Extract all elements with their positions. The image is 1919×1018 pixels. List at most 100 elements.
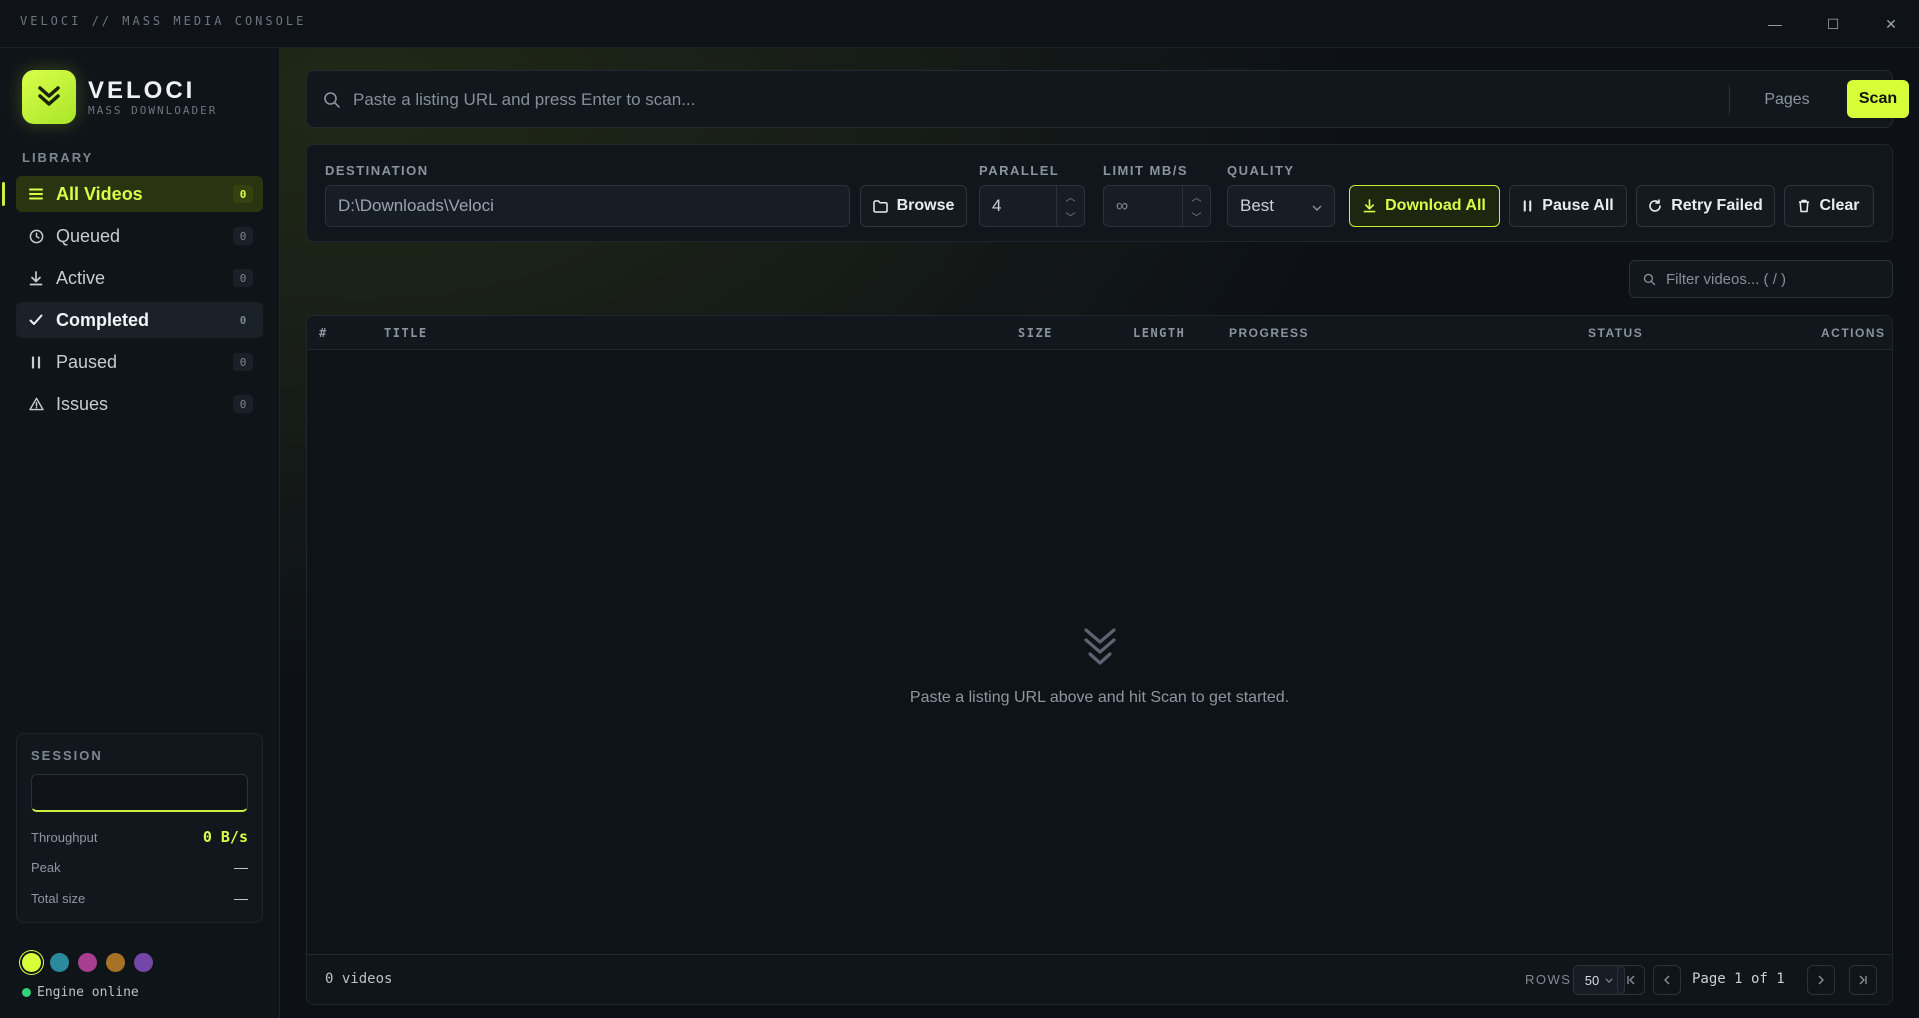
sidebar-item-issues[interactable]: Issues 0	[16, 386, 263, 422]
pause-icon	[28, 354, 44, 370]
brand-name: VELOCI	[88, 76, 196, 104]
theme-swatch[interactable]	[78, 953, 97, 972]
column-size[interactable]: SIZE	[1018, 326, 1053, 340]
destination-label: DESTINATION	[325, 163, 429, 178]
library-label: LIBRARY	[22, 150, 94, 165]
check-icon	[28, 312, 44, 328]
status-dot-icon	[22, 988, 31, 997]
prev-page-button[interactable]	[1653, 965, 1681, 995]
sidebar-item-paused[interactable]: Paused 0	[16, 344, 263, 380]
minimize-icon: —	[1768, 16, 1782, 32]
filter-box[interactable]	[1629, 260, 1893, 298]
maximize-icon: ☐	[1826, 15, 1840, 32]
folder-icon	[872, 199, 888, 213]
count-badge: 0	[233, 227, 253, 245]
pages-button[interactable]: Pages	[1747, 81, 1827, 119]
title-bar: VELOCI // MASS MEDIA CONSOLE — ☐ ✕	[0, 0, 1919, 48]
total-size-value: —	[234, 890, 248, 906]
chevron-up-icon[interactable]: ︿	[1057, 186, 1084, 206]
scan-button[interactable]: Scan	[1847, 80, 1909, 118]
sidebar-item-active[interactable]: Active 0	[16, 260, 263, 296]
limit-stepper[interactable]: ︿ ﹀	[1103, 185, 1211, 227]
first-page-button[interactable]	[1617, 965, 1645, 995]
search-icon	[1643, 273, 1656, 286]
table-footer: 0 videos ROWS 50 Page 1 of 1	[307, 954, 1892, 1004]
quality-select[interactable]: Best	[1227, 185, 1335, 227]
parallel-label: PARALLEL	[979, 163, 1060, 178]
pause-all-button[interactable]: Pause All	[1509, 185, 1627, 227]
sidebar-item-label: Paused	[56, 351, 118, 372]
scan-bar: Pages Scan	[306, 70, 1909, 128]
destination-field[interactable]	[325, 185, 850, 227]
download-icon	[1363, 199, 1376, 213]
destination-input[interactable]	[326, 196, 849, 216]
last-page-icon	[1858, 973, 1868, 988]
sidebar-item-all-videos[interactable]: All Videos 0	[2, 176, 263, 212]
url-input[interactable]	[353, 85, 1453, 115]
peak-value: —	[234, 859, 248, 875]
throughput-sparkline	[31, 774, 248, 812]
library-nav: All Videos 0 Queued 0 Active 0 Completed…	[2, 176, 263, 428]
limit-stepper-buttons: ︿ ﹀	[1182, 186, 1210, 226]
brand: VELOCI MASS DOWNLOADER	[22, 70, 217, 124]
maximize-button[interactable]: ☐	[1815, 10, 1851, 38]
chevron-down-icon[interactable]: ﹀	[1057, 206, 1084, 226]
column-title[interactable]: TITLE	[384, 326, 428, 340]
filter-input[interactable]	[1666, 270, 1886, 288]
browse-label: Browse	[896, 197, 955, 214]
sidebar-item-label: Completed	[56, 309, 150, 330]
column-length[interactable]: LENGTH	[1133, 326, 1185, 340]
peak-label: Peak	[31, 859, 61, 875]
browse-button[interactable]: Browse	[860, 185, 967, 227]
chevron-up-icon[interactable]: ︿	[1183, 186, 1210, 206]
search-icon	[323, 91, 341, 114]
videos-table: # TITLE SIZE LENGTH PROGRESS STATUS ACTI…	[306, 315, 1893, 1005]
trash-icon	[1798, 199, 1810, 213]
column-status[interactable]: STATUS	[1588, 326, 1643, 340]
peak-row: Peak —	[31, 859, 248, 875]
quality-value: Best	[1240, 196, 1275, 215]
throughput-row: Throughput 0 B/s	[31, 828, 248, 846]
pause-icon	[1522, 200, 1533, 212]
next-page-button[interactable]	[1807, 965, 1835, 995]
sidebar-item-label: All Videos	[56, 183, 143, 204]
sidebar-item-label: Active	[56, 267, 106, 288]
column-index[interactable]: #	[319, 326, 328, 340]
theme-swatch[interactable]	[50, 953, 69, 972]
sidebar-item-queued[interactable]: Queued 0	[16, 218, 263, 254]
clear-button[interactable]: Clear	[1784, 185, 1874, 227]
count-badge: 0	[233, 311, 253, 329]
parallel-stepper[interactable]: ︿ ﹀	[979, 185, 1085, 227]
last-page-button[interactable]	[1849, 965, 1877, 995]
minimize-button[interactable]: —	[1757, 10, 1793, 38]
column-progress[interactable]: PROGRESS	[1229, 326, 1309, 340]
rows-label: ROWS	[1525, 972, 1572, 987]
total-size-row: Total size —	[31, 890, 248, 906]
chevron-down-icon[interactable]: ﹀	[1183, 206, 1210, 226]
theme-swatch[interactable]	[106, 953, 125, 972]
sidebar-item-completed[interactable]: Completed 0	[16, 302, 263, 338]
theme-swatch[interactable]	[134, 953, 153, 972]
count-badge: 0	[233, 185, 253, 203]
chevron-down-icon	[1312, 196, 1322, 216]
theme-swatch[interactable]	[22, 953, 41, 972]
retry-failed-label: Retry Failed	[1671, 197, 1763, 214]
total-size-label: Total size	[31, 890, 86, 906]
download-all-button[interactable]: Download All	[1349, 185, 1500, 227]
brand-subtitle: MASS DOWNLOADER	[88, 103, 218, 117]
count-badge: 0	[233, 269, 253, 287]
chevron-left-icon	[1663, 973, 1671, 988]
main-panel: Pages Scan DESTINATION Browse PARALLEL ︿…	[280, 48, 1919, 1018]
pause-all-label: Pause All	[1542, 197, 1614, 214]
app-title: VELOCI // MASS MEDIA CONSOLE	[20, 14, 307, 28]
retry-failed-button[interactable]: Retry Failed	[1636, 185, 1775, 227]
refresh-icon	[1648, 199, 1662, 213]
sidebar: VELOCI MASS DOWNLOADER LIBRARY All Video…	[0, 48, 280, 1018]
count-badge: 0	[233, 395, 253, 413]
limit-input[interactable]	[1104, 196, 1184, 216]
close-button[interactable]: ✕	[1873, 10, 1909, 38]
first-page-icon	[1626, 973, 1636, 988]
clock-icon	[28, 228, 44, 244]
engine-status: Engine online	[22, 985, 139, 1000]
parallel-input[interactable]	[980, 196, 1058, 216]
